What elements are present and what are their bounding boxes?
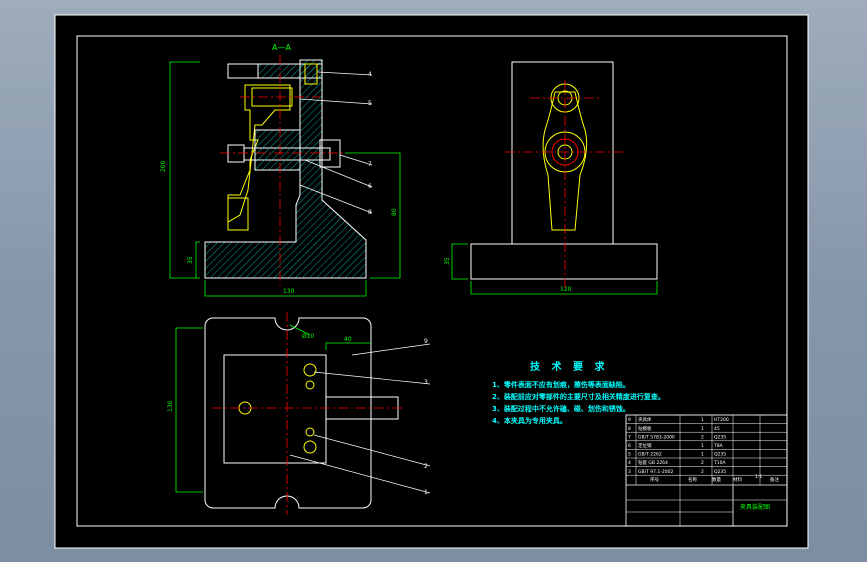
bom-cell: 1 (701, 443, 704, 449)
bom-cell: Q235 (714, 452, 726, 458)
balloon-5: 5 (368, 100, 372, 107)
bom-cell: 4 (628, 460, 631, 466)
bom-header-mat: 材料 (733, 476, 742, 483)
bom-cell: 1 (701, 426, 704, 432)
balloon-2: 2 (424, 463, 428, 470)
tech-item-4: 4、本夹具为专用夹具。 (492, 416, 567, 425)
tech-item-2: 2、装配前应对零部件的主要尺寸及相关精度进行复查。 (492, 392, 665, 401)
bom-cell: GB/T 97.1-2002 (638, 469, 674, 475)
cad-drawing-sheet: A—A 200 35 130 80 4 5 7 6 8 35 120 130 4… (54, 14, 809, 549)
balloon-3: 3 (424, 379, 428, 386)
dim-top-base-text: 35 (187, 256, 194, 264)
bom-cell: 5 (628, 452, 631, 458)
bom-cell: 定位销 (638, 442, 652, 449)
bom-header-remark: 备注 (770, 476, 779, 483)
dim-plan-height-text: 130 (167, 400, 174, 412)
balloon-8: 8 (368, 209, 372, 216)
bom-cell: T8A (713, 443, 724, 449)
balloon-9: 9 (424, 338, 428, 345)
drawing-background (55, 15, 808, 548)
bom-header-qty: 数量 (712, 476, 721, 483)
bom-cell: T10A (713, 460, 726, 466)
section-label: A—A (272, 43, 291, 52)
bom-cell: 45 (714, 426, 720, 432)
bom-header-name: 名称 (688, 476, 697, 483)
drill-plate (257, 63, 323, 79)
bom-cell: 9 (628, 417, 631, 423)
dim-top-height-text: 200 (160, 160, 167, 172)
bom-cell: 8 (628, 426, 631, 432)
dim-side-width-text: 120 (560, 286, 572, 293)
bom-cell: 1 (701, 417, 704, 423)
balloon-1: 1 (424, 489, 428, 496)
bom-cell: 2 (701, 469, 704, 475)
bom-cell: 钻模板 (638, 425, 652, 432)
bom-cell: HT200 (714, 417, 729, 423)
drawing-name: 夹具装配图 (740, 503, 770, 511)
tech-title: 技 术 要 求 (530, 360, 608, 373)
balloon-7: 7 (368, 161, 372, 168)
bom-cell: 钻套 GB 2264 (638, 459, 668, 466)
scale-text: 1:1 (755, 474, 762, 480)
bom-cell: GB/T 2262 (638, 452, 662, 458)
dim-top-boss-text: 80 (391, 208, 398, 216)
dim-top-width-text: 130 (283, 288, 295, 295)
bom-cell: 3 (628, 469, 631, 475)
bom-cell: 7 (628, 434, 631, 440)
dim-plan-inner-text: 40 (344, 336, 352, 343)
balloon-4: 4 (368, 71, 372, 78)
bom-cell: 6 (628, 443, 631, 449)
bom-header-no: 序号 (650, 476, 659, 483)
bom-cell: Q235 (714, 469, 726, 475)
tech-item-3: 3、装配过程中不允许磕、碰、划伤和锈蚀。 (492, 404, 630, 413)
bom-cell: Q235 (714, 434, 726, 440)
bom-cell: 2 (701, 434, 704, 440)
bom-cell: 夹具体 (638, 416, 652, 423)
dim-side-base-text: 35 (444, 257, 451, 265)
dim-plan-hole-text: Ø10 (302, 333, 315, 340)
balloon-6: 6 (368, 183, 372, 190)
bom-cell: 1 (701, 452, 704, 458)
bom-cell: 2 (701, 460, 704, 466)
nut-hatched (254, 129, 301, 171)
bom-cell: GB/T 5783-2000 (638, 434, 675, 440)
tech-item-1: 1、零件表面不应有划痕，擦伤等表面缺陷。 (492, 380, 630, 389)
